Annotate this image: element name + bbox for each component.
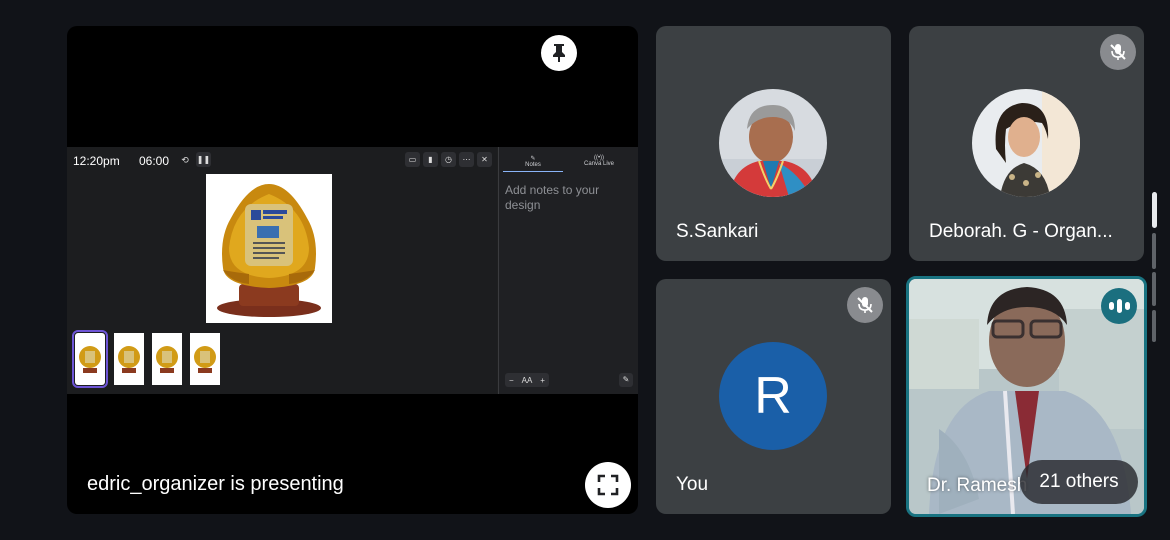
slide-thumbnail [114, 333, 144, 385]
notes-icon: ✎ [530, 156, 536, 162]
tab-notes: ✎ Notes [503, 155, 563, 172]
fullscreen-button[interactable] [585, 462, 631, 508]
presenter-timer: 06:00 [139, 154, 170, 168]
scrollbar-segment [1152, 310, 1156, 342]
close-icon: ✕ [477, 152, 492, 167]
text-size-label: AA [521, 375, 533, 385]
edit-icon: ✎ [619, 373, 633, 387]
participant-tile-you[interactable]: R You [656, 279, 891, 514]
scrollbar-thumb[interactable] [1152, 192, 1157, 228]
presentation-tile[interactable]: 12:20pm 06:00 ⟲ ❚❚ ▭ ▮ ◷ ⋯ ✕ ✎ Notes ((•… [67, 26, 638, 514]
current-slide [206, 174, 332, 323]
mic-icon: ▮ [423, 152, 438, 167]
scrollbar-segment [1152, 272, 1156, 306]
tab-canva-live: ((•)) Canva Live [569, 155, 629, 167]
participant-tile-deborah[interactable]: Deborah. G - Organ... [909, 26, 1144, 261]
fullscreen-icon [597, 474, 619, 496]
scrollbar-segment [1152, 233, 1156, 269]
zoom-plus-icon: + [540, 375, 545, 385]
avatar: R [719, 342, 827, 450]
text-size-control: − AA + [505, 373, 549, 387]
participant-tile-ramesh[interactable]: Dr. Ramesh 21 others [906, 276, 1147, 517]
notes-panel: ✎ Notes ((•)) Canva Live Add notes to yo… [498, 147, 638, 394]
slide-thumbnail [72, 330, 108, 388]
tab-notes-label: Notes [525, 162, 541, 168]
participant-name: Deborah. G - Organ... [929, 221, 1113, 242]
presenter-label: edric_organizer is presenting [87, 473, 344, 495]
participant-tile-sankari[interactable]: S.Sankari [656, 26, 891, 261]
presenter-view: 12:20pm 06:00 ⟲ ❚❚ ▭ ▮ ◷ ⋯ ✕ [67, 147, 497, 394]
notes-placeholder: Add notes to your design [505, 183, 600, 212]
avatar [972, 89, 1080, 197]
presenter-clock: 12:20pm [73, 154, 120, 168]
tab-canva-live-label: Canva Live [583, 161, 615, 167]
slide-thumbnail [190, 333, 220, 385]
slide-thumbnail [152, 333, 182, 385]
pause-icon: ❚❚ [196, 152, 211, 167]
more-icon: ⋯ [459, 152, 474, 167]
scrollbar[interactable] [1152, 192, 1158, 342]
participant-name: S.Sankari [676, 221, 759, 242]
participant-name: You [676, 474, 709, 495]
zoom-minus-icon: − [508, 375, 514, 385]
reset-timer-icon: ⟲ [181, 155, 189, 165]
pin-icon [553, 44, 565, 62]
participant-name: Dr. Ramesh [927, 475, 1028, 496]
mic-off-icon [1100, 34, 1136, 70]
speaking-indicator-icon [1101, 288, 1137, 324]
others-button[interactable]: 21 others [1020, 460, 1138, 504]
mic-off-icon [847, 287, 883, 323]
award-trophy-image [217, 183, 321, 317]
timer-icon: ◷ [441, 152, 456, 167]
pin-button[interactable] [541, 35, 577, 71]
monitor-icon: ▭ [405, 152, 420, 167]
shared-screen: 12:20pm 06:00 ⟲ ❚❚ ▭ ▮ ◷ ⋯ ✕ ✎ Notes ((•… [67, 147, 638, 394]
avatar [719, 89, 827, 197]
